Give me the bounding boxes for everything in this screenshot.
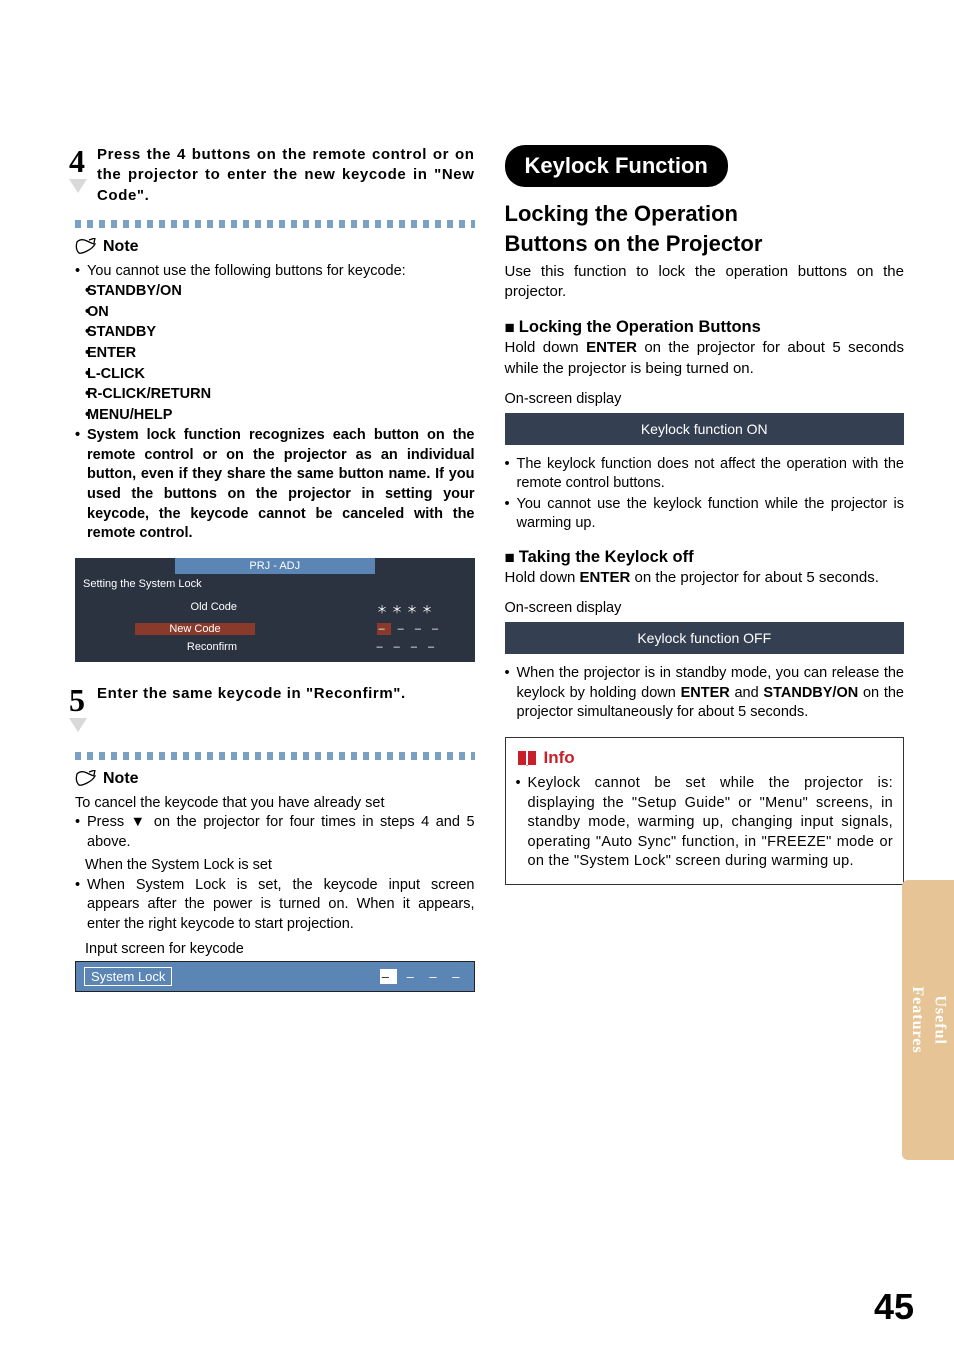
osd-row-value: – – – – [377,623,447,635]
step-4-text: Press the 4 buttons on the remote contro… [97,145,475,206]
button-item: R-CLICK/RETURN [75,385,475,405]
info-block: Info Keylock cannot be set while the pro… [505,737,905,885]
input-screen-caption: Input screen for keycode [75,941,475,957]
osd-row-value: ＊＊＊＊ [377,601,447,617]
note1-button-list: STANDBY/ON ON STANDBY ENTER L-CLICK R-CL… [75,282,475,425]
info-text: Keylock cannot be set while the projecto… [516,774,894,872]
osd-system-lock-bar: System Lock – – – – [75,961,475,992]
osd-caption: On-screen display [505,600,905,616]
button-item: MENU/HELP [75,406,475,426]
step-caret-icon [69,179,87,199]
left-column: 4 Press the 4 buttons on the remote cont… [75,145,475,992]
section-heading-line2: Buttons on the Projector [505,231,905,257]
step-number-wrap: 4 [69,145,87,199]
note1-paragraph: System lock function recognizes each but… [75,426,475,543]
step-4: 4 Press the 4 buttons on the remote cont… [75,145,475,206]
dotted-separator [75,752,475,760]
button-item: ON [75,303,475,323]
lock-note-item: You cannot use the keylock function whil… [505,495,905,534]
when-system-lock-set-heading: When the System Lock is set [75,856,475,876]
unlock-subheading: Taking the Keylock off [505,548,905,568]
step-5: 5 Enter the same keycode in "Reconfirm". [75,684,475,738]
page-number: 45 [874,1286,914,1328]
info-label: Info [544,748,575,768]
osd-title: Setting the System Lock [75,574,475,594]
osd-row: Old Code ＊＊＊＊ [75,598,475,620]
section-heading-line1: Locking the Operation [505,201,905,227]
note-icon [75,770,97,788]
osd-row-value: – – – – [377,641,447,653]
lock-note-item: The keylock function does not affect the… [505,455,905,494]
button-item: ENTER [75,344,475,364]
note2-press-line: Press ▼ on the projector for four times … [75,813,475,852]
step-number: 5 [69,684,87,716]
note-heading: Note [75,238,475,256]
note1-body: You cannot use the following buttons for… [75,262,475,544]
when-system-lock-set-paragraph: When System Lock is set, the keycode inp… [75,876,475,935]
standby-note: When the projector is in standby mode, y… [505,664,905,723]
osd-row-label: Old Code [75,601,255,617]
step-5-text: Enter the same keycode in "Reconfirm". [97,684,406,704]
info-body: Keylock cannot be set while the projecto… [516,774,894,872]
osd-keylock-on: Keylock function ON [505,413,905,445]
step-number: 4 [69,145,87,177]
osd-system-lock-label: System Lock [84,967,172,986]
osd-row-label: Reconfirm [75,641,255,653]
step-number-wrap: 5 [69,684,87,738]
button-item: STANDBY [75,323,475,343]
note2-cancel-line: To cancel the keycode that you have alre… [75,794,475,814]
page-content: 4 Press the 4 buttons on the remote cont… [0,0,954,1032]
osd-header: PRJ - ADJ [175,558,375,574]
side-tab-label: UsefulFeatures [906,986,951,1053]
note1-intro: You cannot use the following buttons for… [75,262,475,282]
osd-row-label: New Code [135,623,255,635]
note-heading: Note [75,770,475,788]
right-column: Keylock Function Locking the Operation B… [505,145,905,992]
button-item: STANDBY/ON [75,282,475,302]
keylock-heading-pill: Keylock Function [505,145,728,187]
dotted-separator [75,220,475,228]
osd-system-lock-value: – – – – [380,969,466,984]
side-tab: UsefulFeatures [902,880,954,1160]
section-intro: Use this function to lock the operation … [505,262,905,303]
step-caret-icon [69,718,87,738]
osd-system-lock-panel: PRJ - ADJ Setting the System Lock Old Co… [75,558,475,662]
unlock-paragraph: Hold down ENTER on the projector for abo… [505,568,905,588]
osd-row: Reconfirm – – – – [75,638,475,656]
note-label: Note [103,238,139,256]
info-heading: Info [516,748,894,768]
osd-row-selected: New Code – – – – [75,620,475,638]
standby-note-item: When the projector is in standby mode, y… [505,664,905,723]
button-item: L-CLICK [75,365,475,385]
note-icon [75,238,97,256]
osd-keylock-off: Keylock function OFF [505,622,905,654]
info-icon [516,749,538,767]
osd-caption: On-screen display [505,391,905,407]
locking-subheading: Locking the Operation Buttons [505,318,905,338]
lock-notes: The keylock function does not affect the… [505,455,905,534]
locking-paragraph: Hold down ENTER on the projector for abo… [505,338,905,379]
note2-body: To cancel the keycode that you have alre… [75,794,475,935]
note-label: Note [103,770,139,788]
